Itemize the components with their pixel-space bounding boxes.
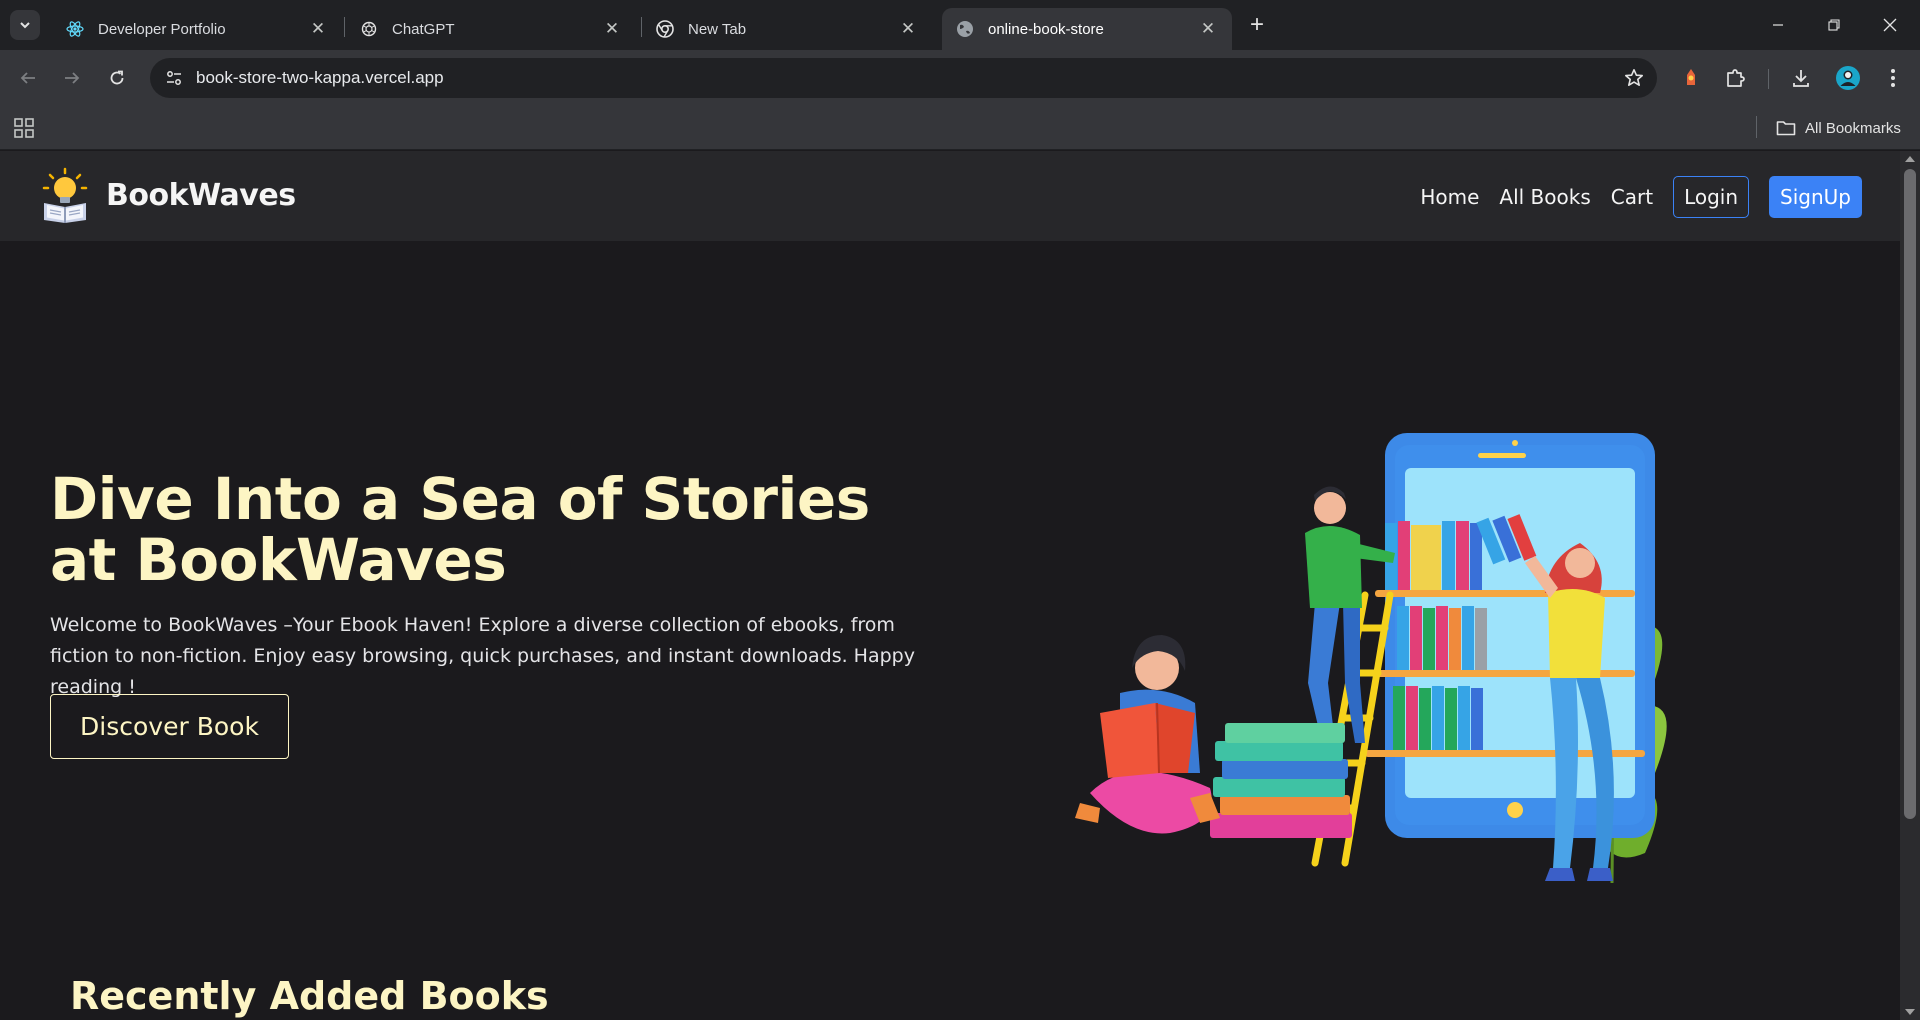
page-scrollbar[interactable]: [1900, 151, 1920, 1020]
tab-online-book-store[interactable]: online-book-store ✕: [942, 8, 1232, 50]
hero-description: Welcome to BookWaves –Your Ebook Haven! …: [50, 614, 915, 698]
bookmarks-divider: [1756, 116, 1757, 138]
new-tab-button[interactable]: +: [1243, 11, 1271, 39]
scrollbar-thumb[interactable]: [1904, 169, 1916, 819]
scroll-up-arrow[interactable]: [1905, 156, 1915, 162]
bookmarks-bar: All Bookmarks: [0, 106, 1920, 150]
close-icon: [1883, 18, 1897, 32]
tab-title: online-book-store: [988, 20, 1104, 38]
tab-search-button[interactable]: [10, 10, 40, 40]
arrow-right-icon: [65, 72, 80, 84]
brand-name: BookWaves: [106, 177, 296, 213]
chrome-icon: [656, 20, 674, 38]
browser-tab-bar: Developer Portfolio ✕ ChatGPT ✕ New Tab …: [0, 0, 1920, 50]
login-button[interactable]: Login: [1673, 176, 1750, 218]
nav-home-link[interactable]: Home: [1420, 185, 1479, 209]
browser-menu-icon[interactable]: [1878, 63, 1908, 93]
book-stack: [1210, 723, 1352, 838]
tab-title: ChatGPT: [392, 20, 455, 38]
profile-avatar[interactable]: [1833, 63, 1863, 93]
extension-pinned-icon[interactable]: [1676, 63, 1706, 93]
extensions-puzzle-icon[interactable]: [1720, 63, 1750, 93]
brand[interactable]: BookWaves: [40, 167, 296, 223]
reload-button[interactable]: [101, 62, 133, 94]
reload-icon: [110, 70, 124, 85]
nav-links: Home All Books Cart Login SignUp: [1420, 176, 1862, 218]
tab-title: Developer Portfolio: [98, 20, 226, 38]
browser-toolbar: book-store-two-kappa.vercel.app: [0, 50, 1920, 106]
site-info-icon[interactable]: [154, 58, 194, 98]
folder-icon: [1776, 121, 1796, 136]
back-button[interactable]: [12, 62, 44, 94]
recently-added-heading: Recently Added Books: [70, 974, 549, 1018]
tab-developer-portfolio[interactable]: Developer Portfolio ✕: [52, 8, 342, 50]
tab-new-tab[interactable]: New Tab ✕: [642, 8, 932, 50]
site-navbar: BookWaves Home All Books Cart Login Sign…: [0, 151, 1900, 241]
arrow-left-icon: [20, 72, 35, 84]
minimize-button[interactable]: [1750, 0, 1806, 50]
close-icon[interactable]: ✕: [308, 19, 328, 39]
tab-divider: [344, 17, 345, 37]
scroll-down-arrow[interactable]: [1905, 1009, 1915, 1015]
girl-reading-figure: [1075, 635, 1220, 834]
bookmark-star-icon[interactable]: [1623, 67, 1645, 89]
url-text[interactable]: book-store-two-kappa.vercel.app: [196, 68, 444, 88]
toolbar-divider: [1768, 69, 1769, 89]
tab-chatgpt[interactable]: ChatGPT ✕: [346, 8, 636, 50]
tab-title: New Tab: [688, 20, 747, 38]
close-icon[interactable]: ✕: [602, 19, 622, 39]
hero-title: Dive Into a Sea of Stories at BookWaves: [50, 465, 870, 594]
discover-book-button[interactable]: Discover Book: [50, 694, 289, 759]
restore-button[interactable]: [1806, 0, 1862, 50]
window-close-button[interactable]: [1862, 0, 1918, 50]
hero-illustration: [1075, 433, 1667, 884]
bookwaves-logo-icon: [42, 167, 88, 223]
chatgpt-icon: [360, 20, 378, 38]
minimize-icon: [1773, 24, 1783, 26]
nav-cart-link[interactable]: Cart: [1611, 185, 1653, 209]
download-icon[interactable]: [1786, 63, 1816, 93]
apps-grid-icon[interactable]: [13, 117, 35, 139]
chevron-down-icon: [20, 22, 30, 29]
nav-all-books-link[interactable]: All Books: [1499, 185, 1590, 209]
all-bookmarks-label: All Bookmarks: [1805, 119, 1901, 137]
close-icon[interactable]: ✕: [898, 19, 918, 39]
globe-icon: [956, 20, 974, 38]
plus-icon: +: [1249, 11, 1264, 38]
close-icon[interactable]: ✕: [1198, 19, 1218, 39]
address-bar[interactable]: book-store-two-kappa.vercel.app: [150, 58, 1657, 98]
restore-icon: [1828, 19, 1840, 31]
page-viewport: BookWaves Home All Books Cart Login Sign…: [0, 151, 1920, 1020]
signup-button[interactable]: SignUp: [1769, 176, 1862, 218]
all-bookmarks-button[interactable]: All Bookmarks: [1776, 115, 1901, 141]
forward-button[interactable]: [56, 62, 88, 94]
react-icon: [66, 20, 84, 38]
